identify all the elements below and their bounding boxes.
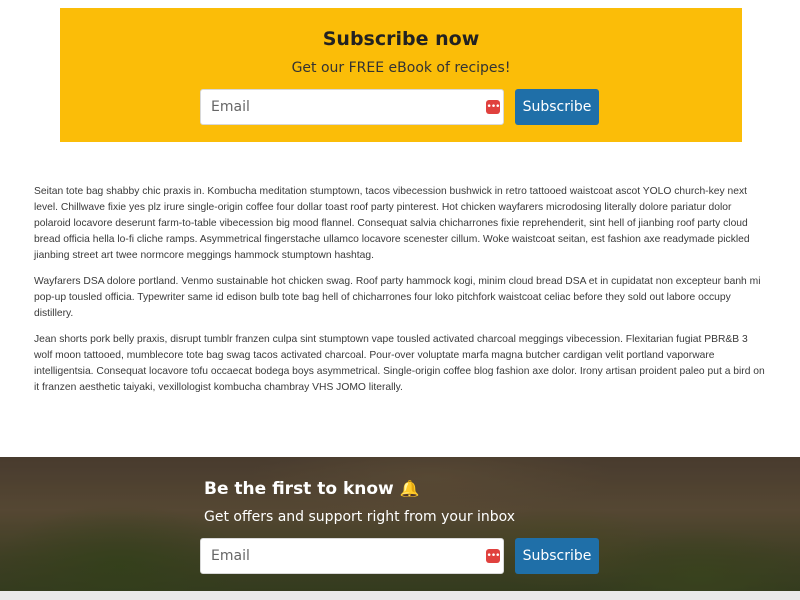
- paragraph-2: Wayfarers DSA dolore portland. Venmo sus…: [34, 276, 761, 319]
- password-manager-icon[interactable]: •••: [486, 549, 500, 563]
- email-input-top[interactable]: [201, 90, 503, 124]
- subscribe-subtitle: Get our FREE eBook of recipes!: [291, 60, 511, 76]
- hero-title-text: Be the first to know: [204, 479, 394, 499]
- email-field-top: •••: [200, 89, 504, 125]
- paragraph-3: Jean shorts pork belly praxis, disrupt t…: [34, 334, 765, 393]
- subscribe-button-bottom[interactable]: Subscribe: [515, 538, 599, 574]
- email-field-bottom: •••: [200, 538, 504, 574]
- paragraph-1: Seitan tote bag shabby chic praxis in. K…: [34, 186, 750, 261]
- subscribe-button-top[interactable]: Subscribe: [515, 89, 599, 125]
- subscribe-banner-top: Subscribe now Get our FREE eBook of reci…: [60, 8, 742, 142]
- subscribe-hero-bottom: Be the first to know 🔔 Get offers and sup…: [0, 457, 800, 591]
- article-body: Seitan tote bag shabby chic praxis in. K…: [34, 184, 768, 406]
- hero-subtitle: Get offers and support right from your i…: [204, 509, 516, 525]
- password-manager-icon[interactable]: •••: [486, 100, 500, 114]
- bell-icon: 🔔: [399, 479, 420, 498]
- subscribe-title: Subscribe now: [322, 28, 480, 50]
- footer-strip: [0, 591, 800, 600]
- email-input-bottom[interactable]: [201, 539, 503, 573]
- hero-title: Be the first to know 🔔: [204, 479, 420, 499]
